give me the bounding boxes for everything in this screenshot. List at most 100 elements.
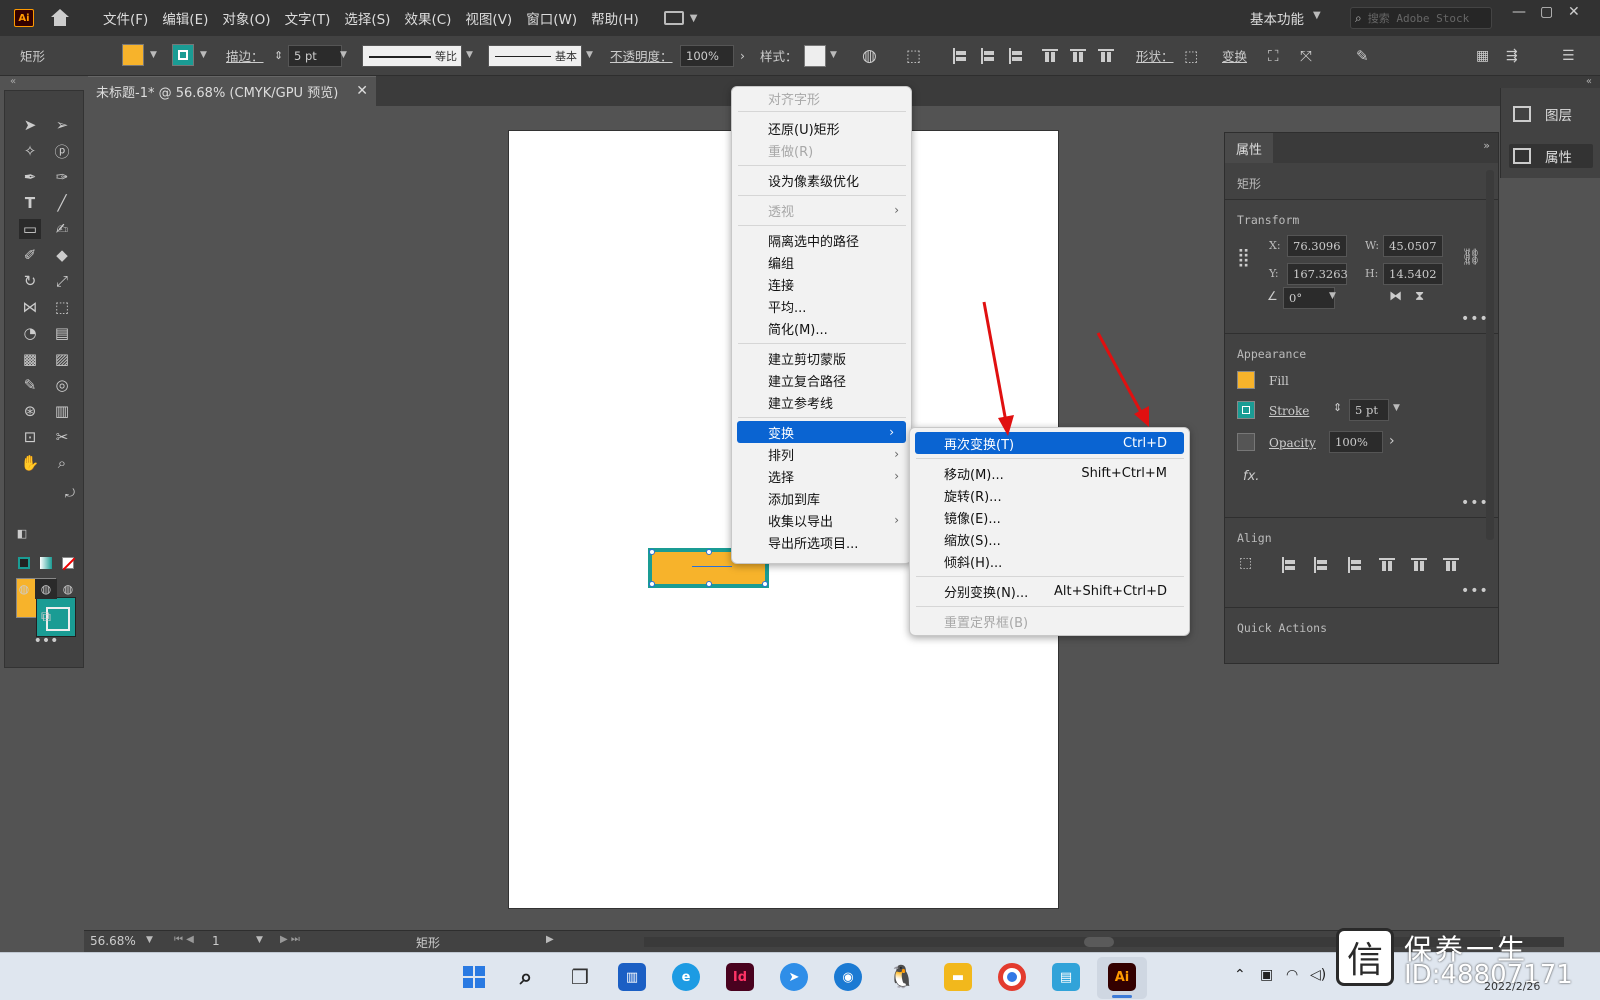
chevron-down-icon[interactable]: ▼ [150,50,157,60]
illustrator-icon[interactable]: Ai [1108,963,1136,991]
stroke-swatch[interactable] [1237,401,1255,419]
panel-scrollbar[interactable] [1486,170,1494,540]
mesh-tool-icon[interactable]: ▩ [19,349,41,369]
dock-layers[interactable]: 图层 [1509,102,1593,126]
widgets-icon[interactable]: ▥ [618,963,646,991]
wifi-icon[interactable]: ◠ [1286,967,1298,983]
menu-item-export-selection[interactable]: 导出所选项目... [732,531,911,553]
menu-item-transform-again[interactable]: 再次变换(T) Ctrl+D [915,432,1184,454]
chevron-down-icon[interactable]: ▼ [830,50,837,60]
menu-item-join[interactable]: 连接 [732,273,911,295]
chrome-icon[interactable] [998,963,1026,991]
chevron-right-icon[interactable]: › [740,48,745,63]
menu-help[interactable]: 帮助(H) [584,8,646,28]
slice-tool-icon[interactable]: ✂ [51,427,73,447]
align-bottom-icon[interactable] [1098,48,1114,64]
recolor-icon[interactable]: ◍ [862,46,877,66]
w-field[interactable]: 45.0507 [1383,235,1443,257]
tab-properties[interactable]: 属性 [1225,133,1273,163]
menu-window[interactable]: 窗口(W) [519,8,584,28]
transform-label[interactable]: 变换 [1222,46,1247,65]
opacity-label[interactable]: 不透明度： [610,46,673,65]
menu-item-scale[interactable]: 缩放(S)... [910,528,1189,550]
fx-icon[interactable]: fx. [1243,469,1259,484]
chevron-down-icon[interactable]: ▼ [340,50,347,60]
edge-browser-icon[interactable]: e [672,963,700,991]
collapse-icon[interactable]: « [10,76,16,87]
menu-item-simplify[interactable]: 简化(M)... [732,317,911,339]
stroke-weight-field[interactable]: 5 pt [1349,399,1389,421]
network-icon[interactable]: ▣ [1260,967,1273,983]
stroke-label[interactable]: 描边： [226,46,264,65]
more-tools-icon[interactable]: ••• [34,631,59,651]
align-vcenter-icon[interactable] [1411,557,1427,573]
h-field[interactable]: 14.5402 [1383,263,1443,285]
graphic-style-swatch[interactable] [804,45,826,67]
collapse-icon[interactable]: « [1586,76,1592,87]
home-icon[interactable] [50,9,70,27]
menu-effect[interactable]: 效果(C) [397,8,458,28]
stepper-icon[interactable]: ⇕ [274,49,283,62]
dock-properties[interactable]: 属性 [1509,144,1593,168]
align-right-icon[interactable] [1008,48,1024,64]
rectangle-tool-icon[interactable]: ▭ [19,219,41,239]
draw-inside-icon[interactable]: ◍ [57,579,79,599]
collapse-icon[interactable]: » [1483,139,1490,152]
align-vcenter-icon[interactable] [1070,48,1086,64]
eraser-tool-icon[interactable]: ◆ [51,245,73,265]
flip-horizontal-icon[interactable]: ⧓ [1389,289,1402,304]
angle-field[interactable]: 0° [1283,287,1335,309]
default-colors-icon[interactable]: ◧ [11,523,33,543]
stock-search-input[interactable]: ⌕ 搜索 Adobe Stock [1350,7,1492,29]
warp-icon[interactable]: ⤧ [1300,47,1312,65]
eyedropper-tool-icon[interactable]: ✎ [19,375,41,395]
fill-swatch[interactable] [122,44,144,66]
column-graph-tool-icon[interactable]: ▥ [51,401,73,421]
artboard-tool-icon[interactable]: ⊡ [19,427,41,447]
menu-item-compound-path[interactable]: 建立复合路径 [732,369,911,391]
fill-swatch[interactable] [1237,371,1255,389]
menu-object[interactable]: 对象(O) [215,8,277,28]
menu-item-transform[interactable]: 变换 › [737,421,906,443]
pen-tool-icon[interactable]: ✒ [19,167,41,187]
menu-item-clipping-mask[interactable]: 建立剪切蒙版 [732,347,911,369]
selection-tool-icon[interactable]: ➤ [19,115,41,135]
y-field[interactable]: 167.3263 [1287,263,1348,285]
align-right-icon[interactable] [1347,557,1363,573]
menu-item-transform-each[interactable]: 分别变换(N)... Alt+Shift+Ctrl+D [910,580,1189,602]
swap-fill-stroke-icon[interactable]: ⤾ [59,483,81,503]
volume-icon[interactable]: ◁) [1310,967,1326,983]
flip-vertical-icon[interactable]: ⧗ [1415,289,1424,304]
chevron-down-icon[interactable]: ▼ [466,50,473,60]
resize-handle[interactable] [706,581,712,587]
play-icon[interactable]: ▶ [546,934,554,945]
more-options-icon[interactable]: ••• [1461,583,1489,599]
chevron-down-icon[interactable]: ▼ [690,13,698,24]
menu-item-arrange[interactable]: 排列 › [732,443,911,465]
stroke-swatch[interactable] [172,44,194,66]
direct-selection-tool-icon[interactable]: ➢ [51,115,73,135]
perspective-grid-tool-icon[interactable]: ▤ [51,323,73,343]
close-icon[interactable]: ✕ [356,83,368,99]
menu-item-reflect[interactable]: 镜像(E)... [910,506,1189,528]
menu-icon[interactable]: ☰ [1562,48,1575,64]
task-view-icon[interactable]: ❐ [566,963,594,991]
menu-item-collect-export[interactable]: 收集以导出 › [732,509,911,531]
paintbrush-tool-icon[interactable]: ✍ [51,219,73,239]
menu-view[interactable]: 视图(V) [458,8,519,28]
chevron-down-icon[interactable]: ▼ [256,935,263,945]
menu-type[interactable]: 文字(T) [278,8,338,28]
magic-wand-tool-icon[interactable]: ✧ [19,141,41,161]
draw-behind-icon[interactable]: ◍ [35,579,57,599]
symbol-sprayer-tool-icon[interactable]: ⊛ [19,401,41,421]
more-options-icon[interactable]: ••• [1461,311,1489,327]
variable-width-profile[interactable]: 等比 [362,45,462,67]
line-tool-icon[interactable]: ╱ [51,193,73,213]
artboard-number[interactable]: 1 [212,934,220,948]
menu-item-rotate[interactable]: 旋转(R)... [910,484,1189,506]
search-icon[interactable]: ⌕ [512,963,540,991]
panel-options-icon[interactable]: ⇶ [1506,48,1518,64]
menu-item-shear[interactable]: 倾斜(H)... [910,550,1189,572]
stroke-weight-input[interactable]: 5 pt [288,45,342,67]
menu-item-move[interactable]: 移动(M)... Shift+Ctrl+M [910,462,1189,484]
